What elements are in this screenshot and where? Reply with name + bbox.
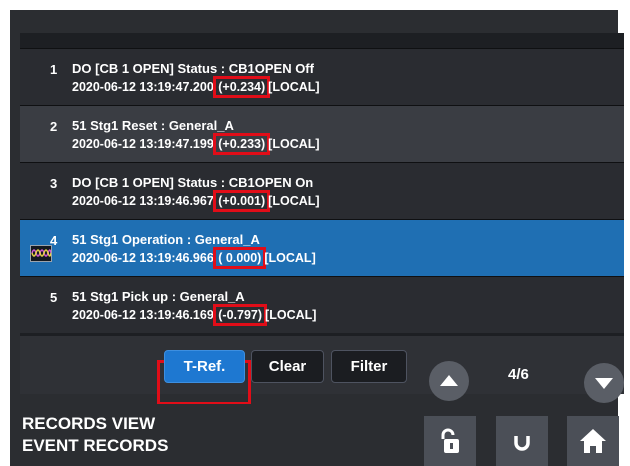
unlock-icon bbox=[441, 428, 459, 453]
event-number: 1 bbox=[50, 62, 58, 77]
event-timestamp-line: 2020-06-12 13:19:47.200 (+0.234) [LOCAL] bbox=[72, 76, 320, 98]
event-timestamp: 2020-06-12 13:19:46.966 bbox=[72, 251, 214, 265]
event-delta: (+0.234) bbox=[213, 76, 271, 98]
event-timestamp: 2020-06-12 13:19:47.199 bbox=[72, 137, 214, 151]
event-list: 1 DO [CB 1 OPEN] Status : CB1OPEN Off 20… bbox=[20, 33, 624, 336]
event-timestamp-line: 2020-06-12 13:19:46.967 (+0.001) [LOCAL] bbox=[72, 190, 320, 212]
event-title: DO [CB 1 OPEN] Status : CB1OPEN Off bbox=[72, 61, 314, 76]
refresh-icon bbox=[514, 436, 530, 451]
event-row[interactable]: 5 51 Stg1 Pick up : General_A 2020-06-12… bbox=[20, 276, 624, 333]
device-screen: 1 DO [CB 1 OPEN] Status : CB1OPEN Off 20… bbox=[10, 10, 624, 466]
event-number: 2 bbox=[50, 119, 58, 134]
event-timestamp: 2020-06-12 13:19:47.200 bbox=[72, 80, 214, 94]
event-row-selected[interactable]: 4 51 Stg1 Operation : General_A 2020-06-… bbox=[20, 219, 624, 276]
event-delta: ( 0.000) bbox=[213, 247, 267, 269]
event-source: [LOCAL] bbox=[268, 194, 320, 208]
event-title: 51 Stg1 Reset : General_A bbox=[72, 118, 234, 133]
arrow-up-icon bbox=[440, 375, 458, 386]
arrow-down-icon bbox=[595, 378, 613, 389]
event-delta: (+0.233) bbox=[213, 133, 271, 155]
event-row[interactable]: 2 51 Stg1 Reset : General_A 2020-06-12 1… bbox=[20, 105, 624, 162]
event-timestamp: 2020-06-12 13:19:46.967 bbox=[72, 194, 214, 208]
event-source: [LOCAL] bbox=[264, 251, 316, 265]
event-source: [LOCAL] bbox=[265, 308, 317, 322]
page-subtitle: EVENT RECORDS bbox=[22, 436, 169, 455]
toolbar: T-Ref. Clear Filter 4/6 bbox=[20, 336, 624, 405]
event-timestamp: 2020-06-12 13:19:46.169 bbox=[72, 308, 214, 322]
event-number: 3 bbox=[50, 176, 58, 191]
home-button[interactable] bbox=[567, 416, 619, 466]
page-title: RECORDS VIEW bbox=[22, 414, 156, 433]
home-icon bbox=[580, 429, 606, 453]
event-timestamp-line: 2020-06-12 13:19:46.169 (-0.797) [LOCAL] bbox=[72, 304, 317, 326]
event-source: [LOCAL] bbox=[268, 137, 320, 151]
event-title: 51 Stg1 Operation : General_A bbox=[72, 232, 260, 247]
waveform-icon-graphic bbox=[31, 249, 52, 257]
page-indicator: 4/6 bbox=[508, 366, 529, 383]
event-delta: (+0.001) bbox=[213, 190, 271, 212]
waveform-icon[interactable] bbox=[30, 245, 52, 262]
event-timestamp-line: 2020-06-12 13:19:47.199 (+0.233) [LOCAL] bbox=[72, 133, 320, 155]
unlock-button[interactable] bbox=[424, 416, 476, 466]
scroll-up-button[interactable] bbox=[429, 361, 469, 401]
event-title: 51 Stg1 Pick up : General_A bbox=[72, 289, 245, 304]
tref-button[interactable]: T-Ref. bbox=[164, 350, 245, 383]
refresh-button[interactable] bbox=[496, 416, 548, 466]
event-number: 5 bbox=[50, 290, 58, 305]
scroll-down-button[interactable] bbox=[584, 363, 624, 403]
event-number: 4 bbox=[50, 233, 58, 248]
event-source: [LOCAL] bbox=[268, 80, 320, 94]
event-row[interactable]: 1 DO [CB 1 OPEN] Status : CB1OPEN Off 20… bbox=[20, 48, 624, 105]
event-delta: (-0.797) bbox=[213, 304, 268, 326]
event-row[interactable]: 3 DO [CB 1 OPEN] Status : CB1OPEN On 202… bbox=[20, 162, 624, 219]
event-title: DO [CB 1 OPEN] Status : CB1OPEN On bbox=[72, 175, 314, 190]
filter-button[interactable]: Filter bbox=[331, 350, 407, 383]
event-timestamp-line: 2020-06-12 13:19:46.966 ( 0.000) [LOCAL] bbox=[72, 247, 316, 269]
footer: RECORDS VIEW EVENT RECORDS bbox=[10, 404, 619, 466]
clear-button[interactable]: Clear bbox=[251, 350, 324, 383]
